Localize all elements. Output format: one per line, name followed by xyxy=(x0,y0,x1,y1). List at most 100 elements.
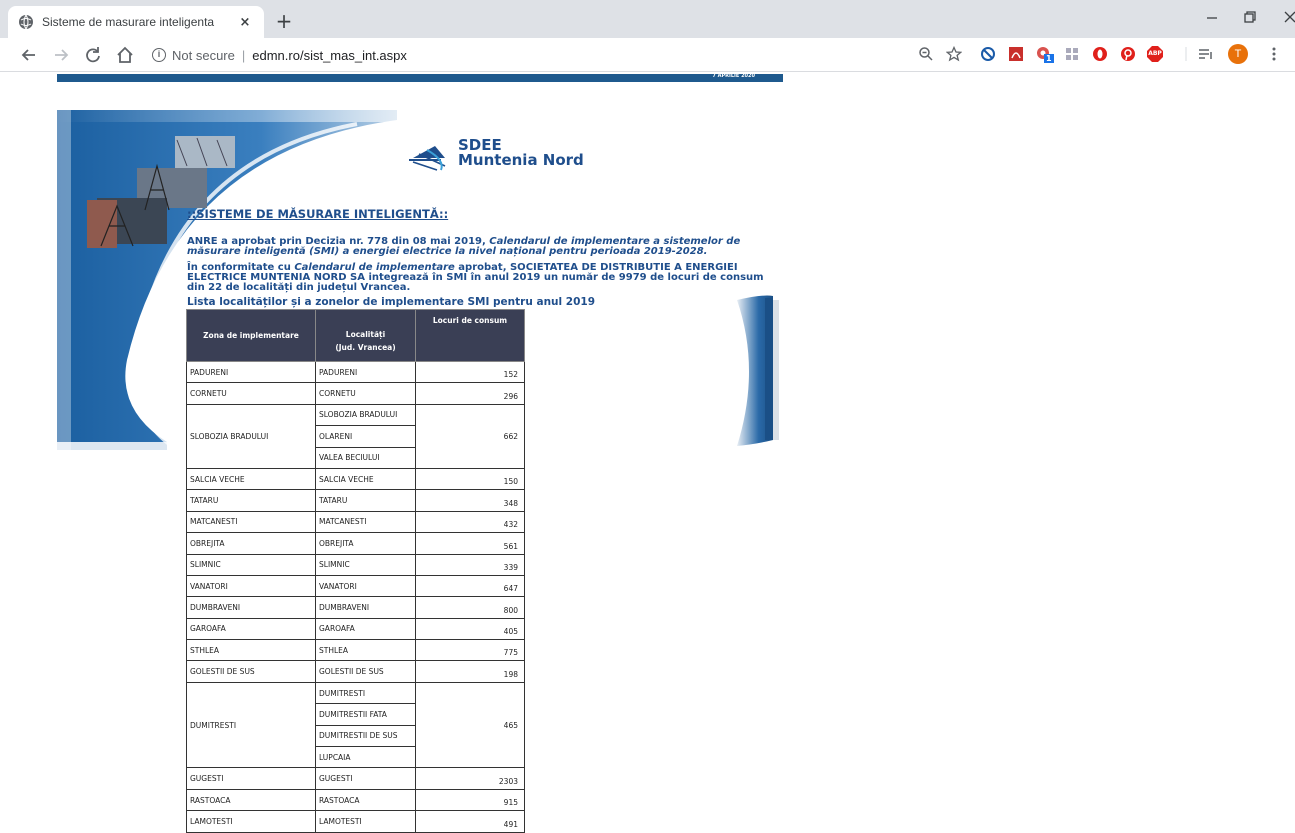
cell-zona: RASTOACA xyxy=(186,789,316,812)
adblock-label: ABP xyxy=(1148,50,1162,57)
cell-zona: GUGESTI xyxy=(186,767,316,790)
close-window-icon[interactable] xyxy=(1284,11,1295,23)
table-row: PADURENI PADURENI 152 xyxy=(186,361,525,384)
paragraph-compliance: În conformitate cu Calendarul de impleme… xyxy=(187,263,767,293)
table-row: GUGESTI GUGESTI 2303 xyxy=(186,767,525,790)
table-row: OBREJITA OBREJITA 561 xyxy=(186,532,525,555)
cell-zona: DUMBRAVENI xyxy=(186,596,316,619)
cell-zona: DUMITRESTI xyxy=(186,682,316,769)
reload-icon[interactable] xyxy=(82,44,104,66)
cell-localitate: VANATORI xyxy=(315,575,416,598)
opera-extension-icon[interactable] xyxy=(1092,46,1108,62)
info-icon[interactable]: i xyxy=(152,48,166,62)
table-row: DUMBRAVENI DUMBRAVENI 800 xyxy=(186,596,525,619)
extension-badge-icon[interactable]: 1 xyxy=(1036,46,1054,63)
divider-icon xyxy=(1185,47,1187,61)
cell-locuri: 150 xyxy=(415,468,525,491)
page-title: ::SISTEME DE MĂSURARE INTELIGENTĂ:: xyxy=(187,207,449,221)
table-row: LAMOTESTI LAMOTESTI 491 xyxy=(186,810,525,833)
table-row: GOLESTII DE SUS GOLESTII DE SUS 198 xyxy=(186,660,525,683)
table-body: PADURENI PADURENI 152 CORNETU CORNETU 296 SLOB… xyxy=(186,361,525,833)
zoom-icon[interactable] xyxy=(918,46,934,62)
implementation-table: Zona de implementare Localități (Jud. Vr… xyxy=(186,309,525,833)
minimize-icon[interactable] xyxy=(1206,12,1218,24)
cell-locuri: 348 xyxy=(415,489,525,512)
adblock-extension-icon[interactable]: ABP xyxy=(1146,45,1164,63)
cell-locuri: 800 xyxy=(415,596,525,619)
url-text[interactable]: edmn.ro/sist_mas_int.aspx xyxy=(252,48,407,63)
cell-localitate: DUMBRAVENI xyxy=(315,596,416,619)
cell-localitate: GAROAFA xyxy=(315,618,416,641)
paragraph-decision: ANRE a aprobat prin Decizia nr. 778 din … xyxy=(187,237,767,257)
header-localitati-line1: Localități xyxy=(345,329,386,339)
table-row: VANATORI VANATORI 647 xyxy=(186,575,525,598)
cell-localitate: SLOBOZIA BRADULUI xyxy=(315,404,416,427)
table-row: GAROAFA GAROAFA 405 xyxy=(186,618,525,641)
cell-localitate: LAMOTESTI xyxy=(315,810,416,833)
restore-icon[interactable] xyxy=(1244,11,1256,23)
table-row: CORNETU CORNETU 296 xyxy=(186,382,525,405)
profile-avatar[interactable]: T xyxy=(1228,44,1248,64)
main-content: ::SISTEME DE MĂSURARE INTELIGENTĂ:: ANRE… xyxy=(187,207,767,308)
browser-tab[interactable]: Sisteme de masurare inteligenta × xyxy=(8,6,264,38)
browser-tab-bar: Sisteme de masurare inteligenta × + xyxy=(0,0,1295,38)
forward-arrow-icon[interactable] xyxy=(50,44,72,66)
pdf-extension-icon[interactable] xyxy=(1008,46,1024,62)
cell-zona: GAROAFA xyxy=(186,618,316,641)
cell-localitate: CORNETU xyxy=(315,382,416,405)
cell-locuri: 296 xyxy=(415,382,525,405)
cell-localitate: GUGESTI xyxy=(315,767,416,790)
more-menu-icon[interactable] xyxy=(1266,46,1282,62)
table-row: RASTOACA RASTOACA 915 xyxy=(186,789,525,812)
table-row: TATARU TATARU 348 xyxy=(186,489,525,512)
table-header-row: Zona de implementare Localități (Jud. Vr… xyxy=(186,309,525,362)
cell-locuri: 152 xyxy=(415,361,525,384)
home-icon[interactable] xyxy=(114,44,136,66)
cell-locuri: 915 xyxy=(415,789,525,812)
globe-icon xyxy=(19,14,33,30)
new-tab-button[interactable]: + xyxy=(272,10,296,34)
logo-line-2: Muntenia Nord xyxy=(458,151,584,169)
cell-localitate: DUMITRESTI xyxy=(315,682,416,705)
table-row: SLOBOZIA BRADULUI SLOBOZIA BRADULUI 662 xyxy=(186,404,525,469)
address-bar[interactable]: i Not secure | edmn.ro/sist_mas_int.aspx xyxy=(152,42,892,68)
cell-locuri: 405 xyxy=(415,618,525,641)
header-localitati-line2: (Jud. Vrancea) xyxy=(335,342,396,352)
header-localitati: Localități (Jud. Vrancea) xyxy=(315,309,416,362)
cell-localitate: GOLESTII DE SUS xyxy=(315,660,416,683)
top-date-bar: 7 APRILIE 2020 xyxy=(57,73,783,82)
cell-locuri: 465 xyxy=(415,682,525,769)
back-arrow-icon[interactable] xyxy=(18,44,40,66)
cell-zona: VANATORI xyxy=(186,575,316,598)
cell-localitate: MATCANESTI xyxy=(315,511,416,534)
list-title: Lista localităților și a zonelor de impl… xyxy=(187,296,595,308)
cell-zona: MATCANESTI xyxy=(186,511,316,534)
cell-localitate: RASTOACA xyxy=(315,789,416,812)
table-row: MATCANESTI MATCANESTI 432 xyxy=(186,511,525,534)
media-queue-icon[interactable] xyxy=(1198,46,1214,62)
cell-locuri: 662 xyxy=(415,404,525,469)
cell-zona: SALCIA VECHE xyxy=(186,468,316,491)
header-zona: Zona de implementare xyxy=(186,309,316,362)
cell-localitate: OLARENI xyxy=(315,425,416,448)
grid-extension-icon[interactable] xyxy=(1064,46,1080,62)
cell-locuri: 339 xyxy=(415,554,525,576)
bookmark-star-icon[interactable] xyxy=(946,46,962,62)
block-extension-icon[interactable] xyxy=(980,46,996,62)
table-row: SALCIA VECHE SALCIA VECHE 150 xyxy=(186,468,525,491)
cell-locuri: 2303 xyxy=(415,767,525,790)
table-row: DUMITRESTI DUMITRESTI 465 xyxy=(186,682,525,769)
cell-locuri: 432 xyxy=(415,511,525,534)
cell-locuri: 198 xyxy=(415,660,525,683)
cell-localitate: TATARU xyxy=(315,489,416,512)
cell-zona: CORNETU xyxy=(186,382,316,405)
date-label: 7 APRILIE 2020 xyxy=(712,73,755,79)
cell-zona: OBREJITA xyxy=(186,532,316,555)
cell-zona: PADURENI xyxy=(186,361,316,384)
cell-localitate: PADURENI xyxy=(315,361,416,384)
cell-localitate: SLIMNIC xyxy=(315,554,416,576)
pinterest-extension-icon[interactable] xyxy=(1120,46,1136,62)
tab-title: Sisteme de masurare inteligenta xyxy=(42,15,215,29)
separator: | xyxy=(241,47,246,63)
tab-close-icon[interactable]: × xyxy=(236,15,254,30)
